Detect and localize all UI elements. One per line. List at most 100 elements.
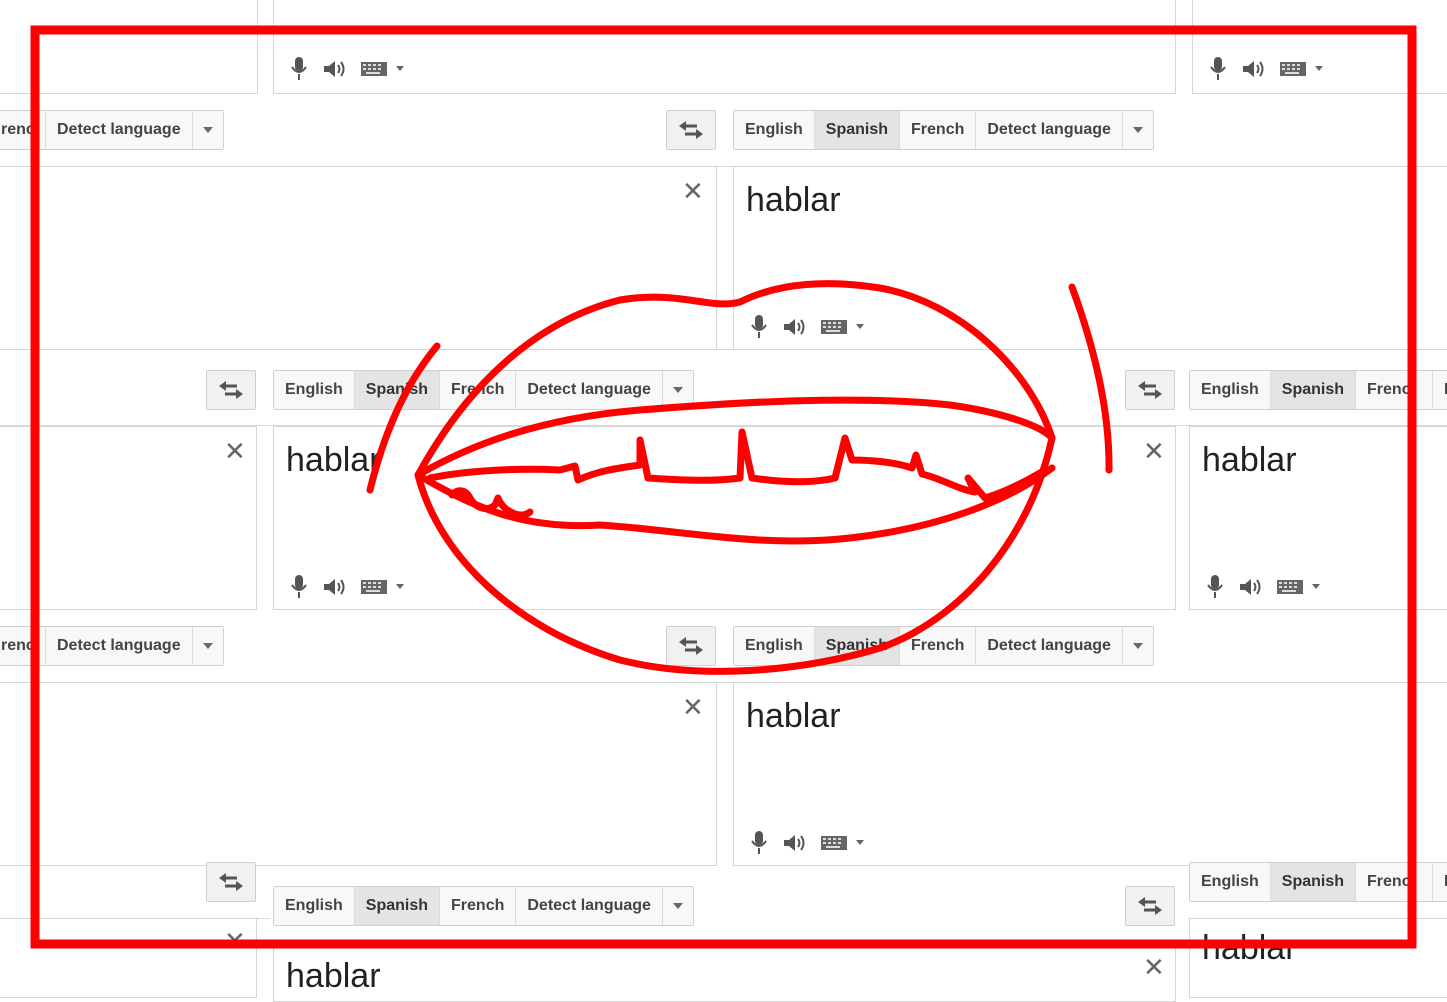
source-text-panel[interactable] bbox=[0, 0, 258, 94]
language-button-english[interactable]: English bbox=[1190, 863, 1271, 901]
language-selector[interactable]: English Spanish Frencl D bbox=[1189, 862, 1447, 902]
speaker-icon[interactable] bbox=[782, 832, 806, 854]
speaker-icon[interactable] bbox=[1238, 576, 1262, 598]
keyboard-icon[interactable] bbox=[360, 578, 406, 596]
language-button-english[interactable]: English bbox=[274, 887, 355, 925]
swap-languages-icon bbox=[219, 381, 243, 399]
swap-languages-button[interactable] bbox=[1125, 886, 1175, 926]
language-button-english[interactable]: English bbox=[734, 111, 815, 149]
language-dropdown-button[interactable] bbox=[1122, 111, 1153, 149]
close-icon[interactable]: ✕ bbox=[224, 439, 246, 465]
speaker-icon[interactable] bbox=[1241, 58, 1265, 80]
target-text-panel[interactable] bbox=[273, 0, 1176, 94]
language-selector[interactable]: English Spanish French Detect language bbox=[273, 886, 694, 926]
panel-toolbar bbox=[290, 573, 406, 601]
target-text-panel[interactable]: hablar ✕ bbox=[273, 426, 1176, 610]
close-icon[interactable]: ✕ bbox=[1143, 955, 1165, 981]
swap-languages-icon bbox=[679, 637, 703, 655]
language-button-french[interactable]: Frencl bbox=[1356, 371, 1434, 409]
language-button-french[interactable]: French bbox=[900, 627, 977, 665]
target-text-panel[interactable]: hablar bbox=[1189, 426, 1447, 610]
language-button-french[interactable]: renc bbox=[0, 627, 46, 665]
language-button-spanish[interactable]: Spanish bbox=[1270, 371, 1357, 409]
keyboard-icon[interactable] bbox=[360, 60, 406, 78]
close-icon[interactable]: ✕ bbox=[682, 695, 704, 721]
language-button-detect[interactable]: D bbox=[1433, 371, 1447, 409]
microphone-icon[interactable] bbox=[1206, 574, 1224, 600]
language-button-english[interactable]: English bbox=[1190, 371, 1271, 409]
language-selector[interactable]: English Spanish French Detect language bbox=[733, 626, 1154, 666]
language-dropdown-button[interactable] bbox=[1122, 627, 1153, 665]
swap-languages-icon bbox=[219, 873, 243, 891]
swap-languages-button[interactable] bbox=[206, 370, 256, 410]
target-text-panel[interactable]: hablar bbox=[733, 682, 1447, 866]
swap-languages-button[interactable] bbox=[1125, 370, 1175, 410]
microphone-icon[interactable] bbox=[1209, 56, 1227, 82]
microphone-icon[interactable] bbox=[750, 830, 768, 856]
swap-languages-icon bbox=[1138, 897, 1162, 915]
panel-toolbar bbox=[290, 55, 406, 83]
target-text-panel[interactable] bbox=[1192, 0, 1447, 94]
speaker-icon[interactable] bbox=[322, 58, 346, 80]
language-button-french[interactable]: renc bbox=[0, 111, 46, 149]
language-button-french[interactable]: French bbox=[900, 111, 977, 149]
language-selector[interactable]: English Spanish French Detect language bbox=[273, 370, 694, 410]
target-text-panel[interactable]: hablar ✕ bbox=[273, 942, 1176, 1002]
language-button-detect[interactable]: Detect language bbox=[976, 111, 1123, 149]
language-button-spanish[interactable]: Spanish bbox=[354, 887, 441, 925]
speaker-icon[interactable] bbox=[322, 576, 346, 598]
swap-languages-icon bbox=[1138, 381, 1162, 399]
target-text-panel[interactable]: hablar bbox=[1189, 918, 1447, 998]
dropdown-arrow-icon bbox=[1132, 127, 1143, 133]
language-button-english[interactable]: English bbox=[734, 627, 815, 665]
language-button-detect[interactable]: Detect language bbox=[46, 111, 193, 149]
language-button-french[interactable]: French bbox=[440, 371, 517, 409]
language-dropdown-button[interactable] bbox=[662, 887, 693, 925]
dropdown-arrow-icon bbox=[672, 387, 683, 393]
language-button-spanish[interactable]: Spanish bbox=[814, 627, 901, 665]
language-dropdown-button[interactable] bbox=[192, 111, 223, 149]
microphone-icon[interactable] bbox=[750, 314, 768, 340]
microphone-icon[interactable] bbox=[290, 56, 308, 82]
keyboard-icon[interactable] bbox=[820, 834, 866, 852]
keyboard-icon[interactable] bbox=[820, 318, 866, 336]
microphone-icon[interactable] bbox=[290, 574, 308, 600]
panel-toolbar bbox=[1209, 55, 1325, 83]
language-button-spanish[interactable]: Spanish bbox=[354, 371, 441, 409]
language-button-detect[interactable]: D bbox=[1433, 863, 1447, 901]
close-icon[interactable]: ✕ bbox=[682, 179, 704, 205]
source-text-panel[interactable]: ✕ bbox=[0, 918, 257, 998]
source-text-panel[interactable]: ✕ bbox=[0, 166, 717, 350]
language-selector[interactable]: English Spanish Frencl D bbox=[1189, 370, 1447, 410]
language-selector[interactable]: renc Detect language bbox=[0, 626, 224, 666]
source-text-panel[interactable]: ✕ bbox=[0, 682, 717, 866]
swap-languages-button[interactable] bbox=[666, 110, 716, 150]
source-text-panel[interactable]: ✕ bbox=[0, 426, 257, 610]
language-button-detect[interactable]: Detect language bbox=[976, 627, 1123, 665]
language-selector[interactable]: English Spanish French Detect language bbox=[733, 110, 1154, 150]
translation-text: hablar bbox=[286, 957, 381, 995]
translation-text: hablar bbox=[1202, 441, 1297, 479]
language-button-french[interactable]: French bbox=[440, 887, 517, 925]
keyboard-icon[interactable] bbox=[1276, 578, 1322, 596]
swap-languages-button[interactable] bbox=[206, 862, 256, 902]
close-icon[interactable]: ✕ bbox=[224, 929, 246, 955]
swap-languages-button[interactable] bbox=[666, 626, 716, 666]
language-button-french[interactable]: Frencl bbox=[1356, 863, 1434, 901]
speaker-icon[interactable] bbox=[782, 316, 806, 338]
language-button-detect[interactable]: Detect language bbox=[516, 887, 663, 925]
language-button-spanish[interactable]: Spanish bbox=[814, 111, 901, 149]
language-button-detect[interactable]: Detect language bbox=[46, 627, 193, 665]
language-button-english[interactable]: English bbox=[274, 371, 355, 409]
close-icon[interactable]: ✕ bbox=[1143, 439, 1165, 465]
dropdown-arrow-icon bbox=[1132, 643, 1143, 649]
language-dropdown-button[interactable] bbox=[662, 371, 693, 409]
dropdown-arrow-icon bbox=[672, 903, 683, 909]
keyboard-icon[interactable] bbox=[1279, 60, 1325, 78]
language-button-spanish[interactable]: Spanish bbox=[1270, 863, 1357, 901]
language-dropdown-button[interactable] bbox=[192, 627, 223, 665]
panel-toolbar bbox=[750, 313, 866, 341]
target-text-panel[interactable]: hablar bbox=[733, 166, 1447, 350]
language-selector[interactable]: renc Detect language bbox=[0, 110, 224, 150]
language-button-detect[interactable]: Detect language bbox=[516, 371, 663, 409]
